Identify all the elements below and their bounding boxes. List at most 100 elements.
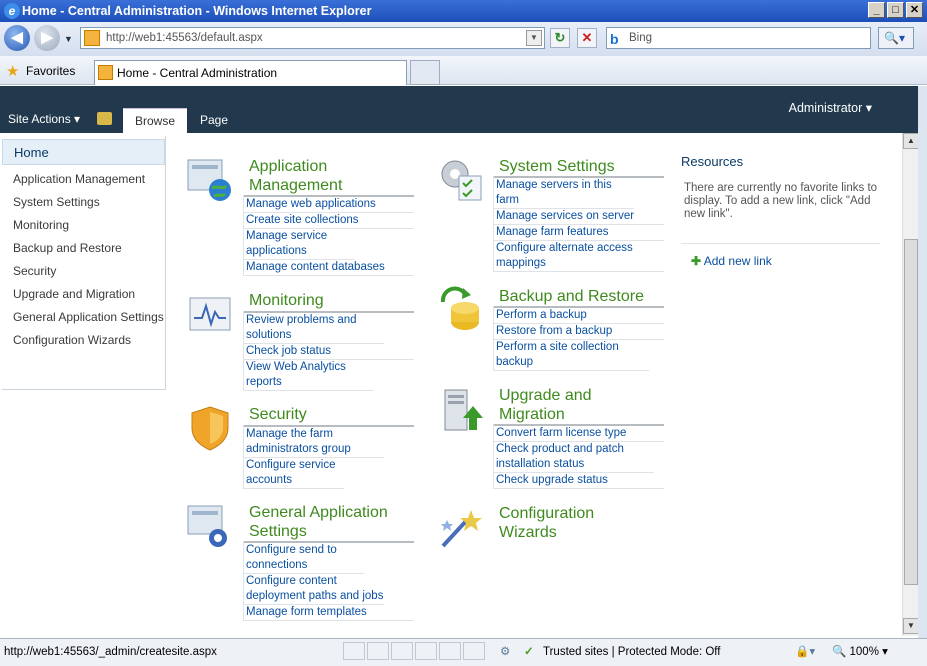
stop-icon[interactable]: ✕ (577, 28, 597, 48)
window-controls: _ □ ✕ (868, 2, 923, 18)
section-title-configuration-wizards[interactable]: Configuration Wizards (499, 504, 594, 542)
ie-logo-icon: e (4, 3, 20, 19)
security-shield-icon (191, 406, 229, 451)
application-management-links: Manage web applications Create site coll… (243, 195, 414, 276)
zoom-level[interactable]: 🔍 100% ▾ (832, 641, 888, 663)
nav-item-configuration-wizards[interactable]: Configuration Wizards (2, 333, 165, 347)
search-placeholder: Bing (629, 32, 653, 44)
upgrade-migration-links: Convert farm license type Check product … (493, 424, 664, 489)
new-tab-button[interactable] (410, 60, 440, 85)
resources-divider (681, 243, 880, 244)
security-zone-label[interactable]: Trusted sites | Protected Mode: Off (543, 641, 720, 663)
favorites-star-icon[interactable]: ★ (6, 62, 19, 80)
link-manage-content-databases[interactable]: Manage content databases (244, 260, 414, 276)
monitoring-icon (189, 297, 231, 331)
link-check-product-patch[interactable]: Check product and patch installation sta… (494, 442, 654, 473)
add-plus-icon: ✚ (691, 254, 702, 268)
general-settings-links: Configure send to connections Configure … (243, 541, 414, 621)
history-dropdown-icon[interactable]: ▼ (64, 34, 73, 44)
window-title: Home - Central Administration - Windows … (22, 4, 372, 18)
navigate-up-icon[interactable] (97, 112, 112, 125)
application-management-icon (187, 159, 231, 201)
general-settings-icon (187, 505, 227, 547)
nav-item-upgrade-migration[interactable]: Upgrade and Migration (2, 287, 165, 301)
link-manage-farm-features[interactable]: Manage farm features (494, 225, 664, 241)
section-title-general-settings[interactable]: General Application Settings (249, 503, 388, 541)
link-convert-farm-license[interactable]: Convert farm license type (494, 426, 664, 442)
trusted-zone-check-icon: ✓ (524, 646, 534, 658)
link-manage-form-templates[interactable]: Manage form templates (244, 605, 414, 621)
link-check-job-status[interactable]: Check job status (244, 344, 414, 360)
tab-favicon-icon (98, 65, 113, 80)
link-configure-send-to[interactable]: Configure send to connections (244, 543, 364, 574)
section-title-backup-restore[interactable]: Backup and Restore (499, 287, 644, 306)
bing-logo-icon: b (610, 31, 619, 47)
scroll-thumb[interactable] (904, 239, 918, 585)
popup-blocker-icon[interactable]: 🔒▾ (795, 641, 815, 663)
status-pane (439, 642, 461, 660)
status-pane (463, 642, 485, 660)
tab-page[interactable]: Page (188, 108, 240, 133)
vertical-scrollbar[interactable]: ▲ ▼ (902, 133, 919, 636)
section-title-application-management[interactable]: Application Management (249, 157, 342, 195)
maximize-button[interactable]: □ (887, 2, 904, 18)
link-configure-service-accounts[interactable]: Configure service accounts (244, 458, 344, 489)
site-actions-menu[interactable]: Site Actions ▾ (8, 112, 80, 126)
status-url: http://web1:45563/_admin/createsite.aspx (4, 646, 217, 658)
section-title-system-settings[interactable]: System Settings (499, 157, 615, 176)
scroll-down-icon[interactable]: ▼ (903, 618, 919, 634)
tab-current[interactable]: Home - Central Administration (94, 60, 407, 85)
tab-title: Home - Central Administration (117, 66, 278, 80)
monitoring-links: Review problems and solutions Check job … (243, 311, 414, 391)
nav-item-application-management[interactable]: Application Management (2, 172, 165, 186)
link-configure-alternate-access[interactable]: Configure alternate access mappings (494, 241, 664, 272)
section-title-monitoring[interactable]: Monitoring (249, 291, 324, 310)
link-manage-web-applications[interactable]: Manage web applications (244, 197, 414, 213)
link-restore-from-backup[interactable]: Restore from a backup (494, 324, 664, 340)
quick-launch: Home Application Management System Setti… (2, 136, 166, 390)
link-create-site-collections[interactable]: Create site collections (244, 213, 414, 229)
link-manage-service-applications[interactable]: Manage service applications (244, 229, 354, 260)
back-button[interactable]: ◀ (4, 25, 30, 51)
search-button[interactable]: 🔍▾ (878, 27, 914, 49)
tab-browse[interactable]: Browse (123, 108, 188, 133)
add-new-link[interactable]: ✚ Add new link (691, 254, 772, 268)
user-menu[interactable]: Administrator ▾ (789, 100, 872, 115)
add-new-link-label: Add new link (703, 254, 772, 268)
internet-options-icon[interactable]: ⚙ (500, 641, 510, 663)
status-pane (391, 642, 413, 660)
system-settings-icon (441, 160, 482, 201)
nav-item-home[interactable]: Home (2, 139, 165, 165)
status-pane (367, 642, 389, 660)
backup-restore-links: Perform a backup Restore from a backup P… (493, 306, 664, 371)
link-review-problems[interactable]: Review problems and solutions (244, 313, 384, 344)
link-configure-content-deployment[interactable]: Configure content deployment paths and j… (244, 574, 384, 605)
link-manage-farm-administrators[interactable]: Manage the farm administrators group (244, 427, 384, 458)
nav-item-backup-restore[interactable]: Backup and Restore (2, 241, 165, 255)
link-manage-servers[interactable]: Manage servers in this farm (494, 178, 634, 209)
url-text: http://web1:45563/default.aspx (106, 32, 263, 44)
link-manage-services-on-server[interactable]: Manage services on server (494, 209, 664, 225)
nav-item-monitoring[interactable]: Monitoring (2, 218, 165, 232)
link-site-collection-backup[interactable]: Perform a site collection backup (494, 340, 649, 371)
link-perform-backup[interactable]: Perform a backup (494, 308, 664, 324)
window-title-bar: e Home - Central Administration - Window… (0, 0, 927, 22)
section-title-security[interactable]: Security (249, 405, 307, 424)
scroll-up-icon[interactable]: ▲ (903, 133, 919, 149)
favorites-button[interactable]: Favorites (26, 64, 75, 78)
nav-item-security[interactable]: Security (2, 264, 165, 278)
forward-button[interactable]: ▶ (34, 25, 60, 51)
upgrade-migration-icon (444, 389, 483, 431)
link-check-upgrade-status[interactable]: Check upgrade status (494, 473, 664, 489)
close-window-button[interactable]: ✕ (906, 2, 923, 18)
url-input[interactable]: http://web1:45563/default.aspx ▼ (80, 27, 545, 49)
refresh-icon[interactable]: ↻ (550, 28, 570, 48)
nav-item-system-settings[interactable]: System Settings (2, 195, 165, 209)
link-view-web-analytics[interactable]: View Web Analytics reports (244, 360, 374, 391)
minimize-button[interactable]: _ (868, 2, 885, 18)
search-input[interactable]: b Bing (606, 27, 871, 49)
url-dropdown-icon[interactable]: ▼ (526, 30, 542, 46)
configuration-wizards-icon (441, 510, 482, 548)
section-title-upgrade-migration[interactable]: Upgrade and Migration (499, 386, 592, 424)
nav-item-general-settings[interactable]: General Application Settings (2, 310, 165, 324)
